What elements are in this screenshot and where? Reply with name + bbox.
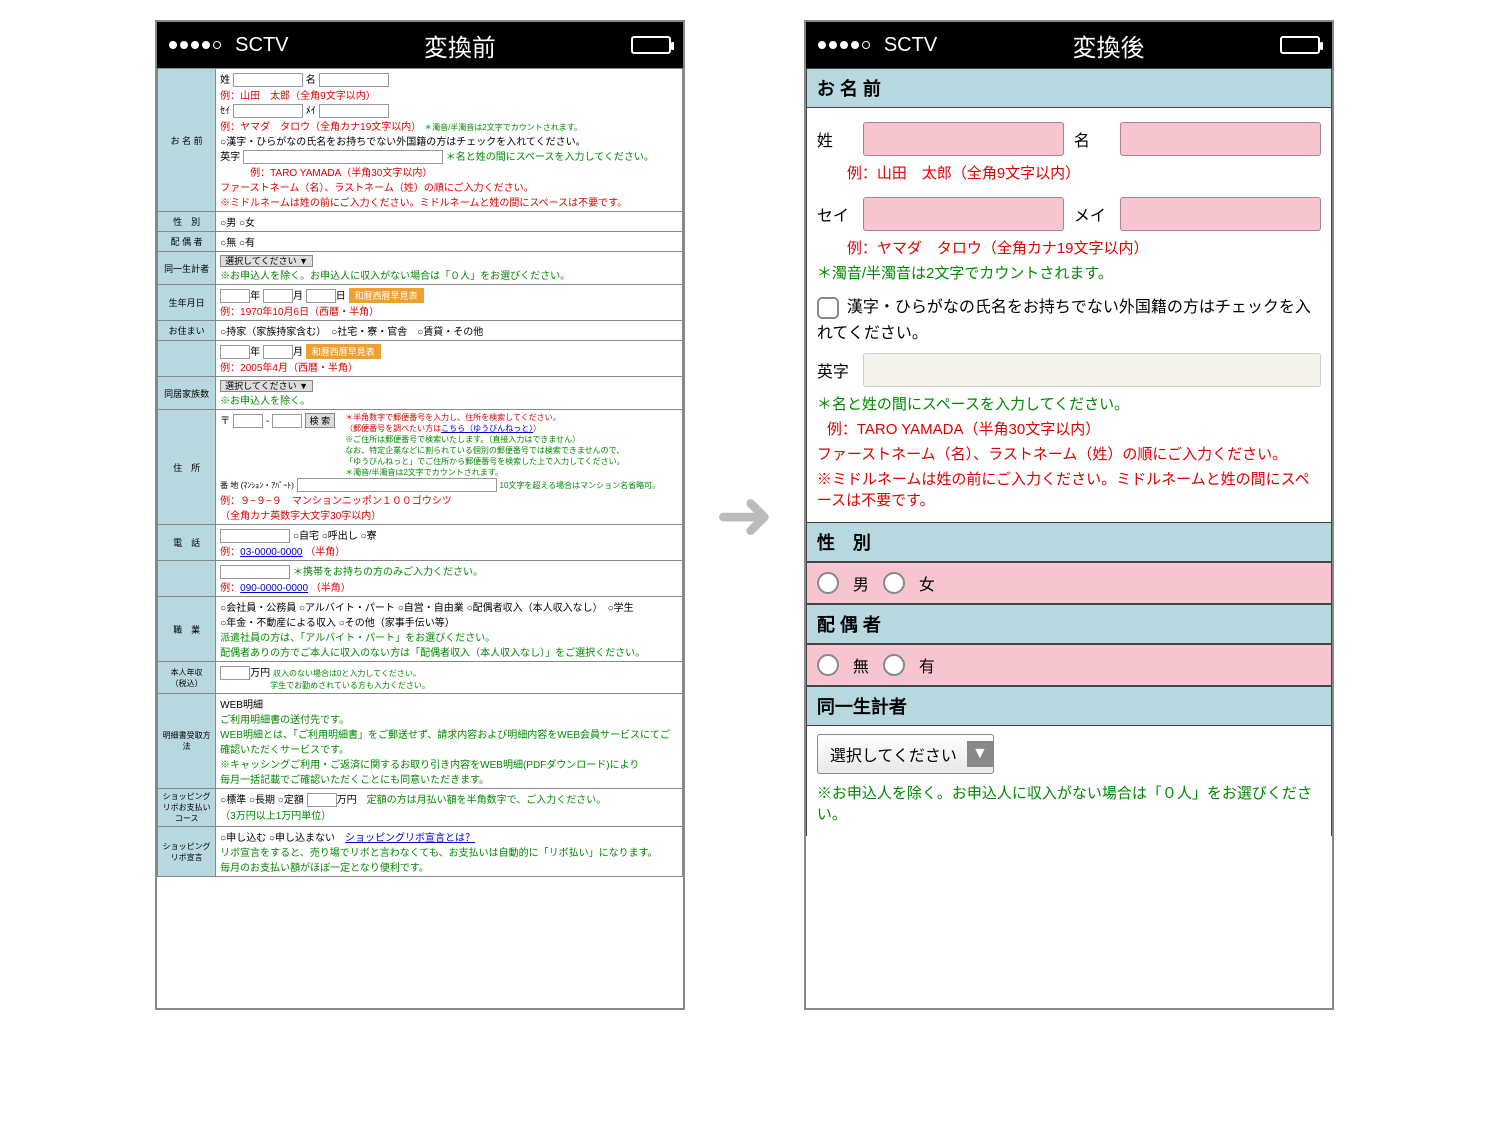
chevron-down-icon: ▼ — [967, 741, 993, 767]
name-cell: 姓 名 例：山田 太郎（全角9文字以内） ｾｲ ﾒｲ 例：ヤマダ タロウ（全角カ… — [216, 69, 683, 212]
mei-input[interactable] — [319, 73, 389, 87]
battery-icon — [631, 36, 671, 54]
sei-input[interactable] — [233, 73, 303, 87]
battery-icon — [1280, 36, 1320, 54]
radio-male[interactable] — [817, 572, 839, 594]
section-sex: 性 別 — [806, 522, 1332, 562]
sei-input[interactable] — [863, 122, 1064, 156]
radio-no[interactable] — [817, 654, 839, 676]
carrier-label: SCTV — [235, 34, 288, 57]
sei-kana-input[interactable] — [233, 104, 303, 118]
radio-female[interactable] — [883, 572, 905, 594]
statusbar: SCTV 変換後 — [806, 22, 1332, 68]
sei-kana-input[interactable] — [863, 197, 1064, 231]
household-select[interactable]: 選択してください▼ — [817, 734, 994, 774]
mei-kana-input[interactable] — [1120, 197, 1321, 231]
mei-input[interactable] — [1120, 122, 1321, 156]
eiji-input[interactable] — [863, 353, 1321, 387]
radio-yes[interactable] — [883, 654, 905, 676]
signal-dots-icon — [818, 41, 870, 49]
name-label: お 名 前 — [158, 69, 216, 212]
page-title: 変換後 — [951, 28, 1266, 63]
section-household: 同一生計者 — [806, 686, 1332, 726]
section-spouse: 配 偶 者 — [806, 604, 1332, 644]
zip-search-button[interactable]: 検 索 — [305, 413, 336, 428]
calendar-button[interactable]: 和暦西暦早見表 — [349, 288, 424, 303]
phone-after: SCTV 変換後 お 名 前 姓 名 例：山田 太郎（全角9文字以内） セイ メ… — [804, 20, 1334, 1010]
section-name: お 名 前 — [806, 68, 1332, 108]
arrow-right-icon: ➜ — [715, 474, 774, 556]
signal-dots-icon — [169, 41, 221, 49]
statusbar: SCTV 変換前 — [157, 22, 683, 68]
eiji-input[interactable] — [243, 150, 443, 164]
spouse-row: 無 有 — [806, 644, 1332, 686]
sex-row: 男 女 — [806, 562, 1332, 604]
foreign-checkbox[interactable] — [817, 297, 839, 319]
page-title: 変換前 — [303, 28, 618, 63]
household-select[interactable]: 選択してください ▼ — [220, 255, 313, 267]
phone-before: SCTV 変換前 お 名 前 姓 名 例：山田 太郎（全角9文字以内） ｾｲ ﾒ… — [155, 20, 685, 1010]
mei-kana-input[interactable] — [319, 104, 389, 118]
